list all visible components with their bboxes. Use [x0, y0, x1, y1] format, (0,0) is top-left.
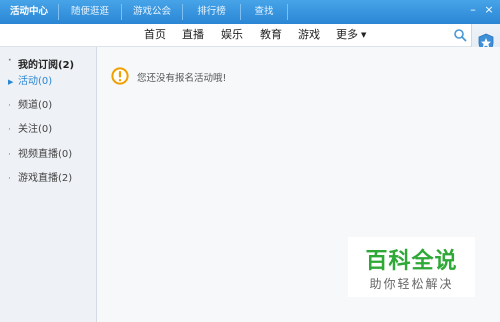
sidebar-item-label: 游戏直播(2) [18, 173, 73, 184]
sidebar: · 我的订阅(2) ▶ 活动(0) · 频道(0) · 关注(0) · 视频直播… [0, 47, 97, 322]
sidebar-item-game-live[interactable]: · 游戏直播(2) [8, 172, 73, 186]
bullet-icon: · [8, 56, 12, 66]
empty-notice: 您还没有报名活动哦! [137, 73, 227, 84]
watermark-logo: 百科全说 助你轻松解决 [348, 237, 475, 297]
sidebar-item-label: 频道(0) [18, 100, 53, 111]
bullet-icon: · [8, 174, 11, 184]
sidebar-header: · 我的订阅(2) [8, 56, 75, 71]
exclamation-icon [111, 67, 129, 85]
sidebar-item-channel[interactable]: · 频道(0) [8, 99, 53, 113]
sidebar-item-activity[interactable]: ▶ 活动(0) [8, 75, 53, 89]
title-bar: 活动中心 随便逛逛 游戏公会 排行榜 查找 – × [0, 0, 500, 24]
top-nav: 首页 直播 娱乐 教育 游戏 更多 ▼ [0, 24, 500, 47]
close-button[interactable]: × [482, 3, 496, 17]
tab-browse[interactable]: 随便逛逛 [59, 0, 121, 24]
tab-activity-center[interactable]: 活动中心 [0, 0, 58, 24]
search-icon[interactable] [453, 28, 467, 42]
sidebar-header-label: 我的订阅(2) [18, 60, 75, 71]
sidebar-item-follow[interactable]: · 关注(0) [8, 123, 53, 137]
sidebar-item-label: 关注(0) [18, 124, 53, 135]
watermark-title: 百科全说 [365, 249, 458, 274]
nav-more[interactable]: 更多 ▼ [336, 24, 366, 46]
minimize-button[interactable]: – [466, 3, 480, 17]
tab-ranking[interactable]: 排行榜 [183, 0, 240, 24]
sidebar-item-video-live[interactable]: · 视频直播(0) [8, 148, 73, 162]
tab-divider [287, 4, 288, 20]
nav-live[interactable]: 直播 [182, 24, 204, 46]
sidebar-item-label: 活动(0) [18, 76, 53, 87]
nav-games[interactable]: 游戏 [298, 24, 320, 46]
tab-search[interactable]: 查找 [241, 0, 287, 24]
tab-game-guild[interactable]: 游戏公会 [122, 0, 182, 24]
bullet-icon: · [8, 101, 11, 111]
nav-education[interactable]: 教育 [260, 24, 282, 46]
nav-more-label: 更多 [336, 28, 358, 41]
nav-home[interactable]: 首页 [144, 24, 166, 46]
watermark-subtitle: 助你轻松解决 [369, 277, 454, 291]
chevron-down-icon: ▼ [361, 31, 367, 39]
sidebar-item-label: 视频直播(0) [18, 149, 73, 160]
bullet-icon: · [8, 150, 11, 160]
nav-entertainment[interactable]: 娱乐 [221, 24, 243, 46]
bullet-icon: · [8, 125, 11, 135]
triangle-right-icon: ▶ [8, 78, 14, 86]
